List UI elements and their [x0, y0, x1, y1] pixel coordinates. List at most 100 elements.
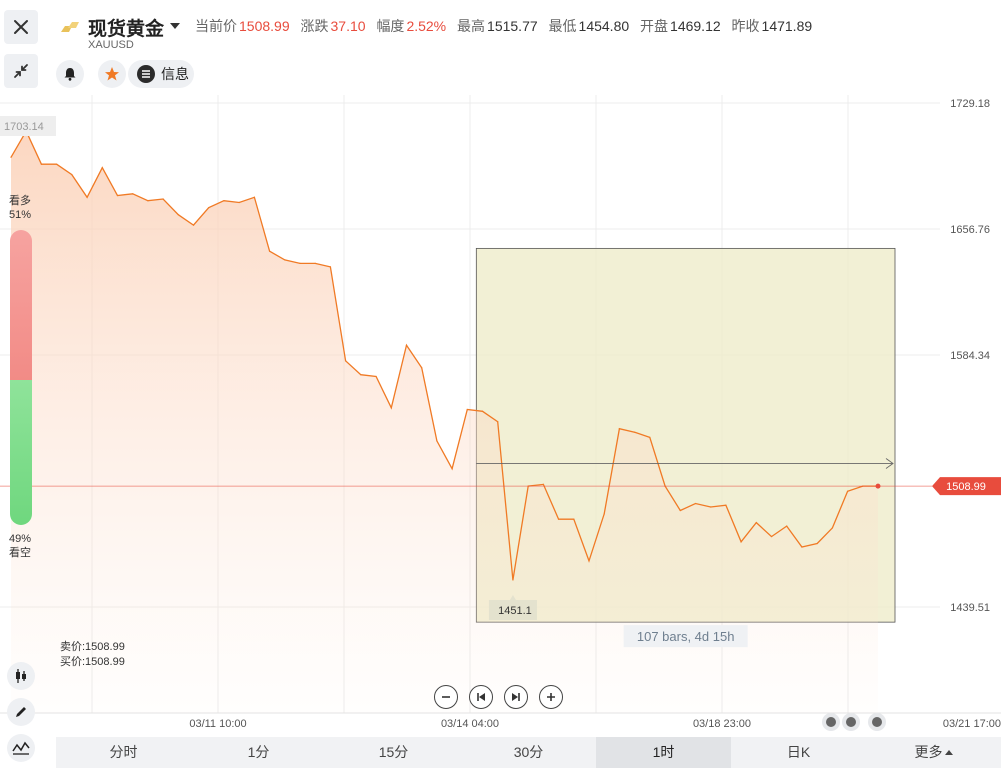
price-point	[816, 542, 818, 545]
range-label-text: 107 bars, 4d 15h	[637, 629, 735, 644]
bull-label: 看多	[9, 195, 31, 207]
price-point	[618, 428, 621, 430]
more-label: 更多	[914, 744, 943, 760]
price-point	[71, 174, 73, 176]
price-point	[223, 200, 225, 202]
price-point	[512, 579, 514, 581]
tab-period-30min[interactable]: 30分	[461, 737, 596, 768]
price-point	[542, 483, 544, 485]
bear-label: 看空	[9, 547, 31, 559]
page-indicator	[822, 713, 888, 731]
y-tick-label: 1656.76	[950, 224, 990, 236]
x-tick-label: 03/18 23:00	[693, 718, 751, 730]
plus-icon	[547, 693, 555, 701]
price-point	[588, 560, 590, 562]
price-point	[375, 375, 377, 378]
tab-period-more[interactable]: 更多	[866, 737, 1001, 768]
visible-high-label: 1703.14	[0, 116, 56, 136]
price-point	[755, 522, 757, 524]
y-tick-label: 1584.34	[950, 350, 990, 362]
bull-fill	[10, 230, 32, 381]
tab-period-1min[interactable]: 1分	[191, 737, 326, 768]
price-point	[390, 407, 392, 409]
range-measure-label: 107 bars, 4d 15h	[623, 625, 748, 648]
page-dot[interactable]	[868, 713, 886, 731]
price-chart[interactable]: 1729.18 1656.76 1584.34 1439.51 03/11 10:00…	[0, 0, 1001, 740]
price-point	[360, 374, 362, 376]
price-point	[557, 518, 560, 520]
price-point	[497, 421, 499, 423]
price-point	[481, 410, 484, 412]
draw-tool-button[interactable]	[7, 698, 35, 726]
x-tick-label: 03/11 10:00	[189, 718, 246, 730]
price-point	[284, 259, 286, 261]
price-point	[740, 541, 742, 543]
pencil-icon	[16, 707, 26, 717]
bull-percent: 51%	[8, 209, 32, 221]
price-point	[846, 490, 849, 492]
price-point	[116, 194, 119, 197]
page-dot[interactable]	[842, 713, 860, 731]
price-point	[253, 196, 255, 198]
period-tabs: 分时 1分 15分 30分 1时 日K 更多	[56, 737, 1001, 768]
y-tick-label: 1439.51	[950, 602, 990, 614]
price-point	[573, 518, 575, 520]
price-point	[405, 344, 408, 346]
candlestick-icon	[16, 669, 26, 683]
price-point	[786, 525, 788, 527]
price-point	[679, 509, 681, 512]
scroll-start-button[interactable]	[469, 685, 493, 709]
chart-type-button[interactable]	[7, 734, 35, 762]
tab-period-1hour[interactable]: 1时	[596, 737, 731, 768]
price-point	[162, 198, 164, 200]
price-point	[436, 440, 438, 442]
page-dot[interactable]	[822, 713, 840, 731]
price-point	[238, 201, 240, 204]
price-point	[314, 262, 316, 264]
visible-high-text: 1703.14	[4, 121, 44, 133]
price-point	[421, 367, 423, 369]
price-point	[299, 262, 301, 264]
indicator-tool-button[interactable]	[7, 662, 35, 690]
scroll-end-button[interactable]	[504, 685, 528, 709]
price-point	[451, 468, 453, 470]
zoom-out-button[interactable]	[434, 685, 458, 709]
price-point	[801, 546, 803, 548]
bear-fill	[10, 380, 32, 525]
price-point	[40, 163, 43, 165]
minus-icon	[442, 696, 450, 698]
price-point	[710, 506, 712, 508]
price-point	[603, 513, 605, 515]
price-point	[649, 436, 651, 438]
x-tick-label: 03/21 17:00	[943, 718, 1001, 730]
tab-period-timeshare[interactable]: 分时	[56, 737, 191, 768]
skip-back-icon	[477, 693, 485, 701]
y-tick-label: 1729.18	[950, 98, 990, 110]
price-point	[56, 163, 58, 165]
zoom-in-button[interactable]	[539, 685, 563, 709]
price-point	[634, 431, 636, 433]
price-point	[192, 224, 195, 226]
current-price-badge: 1508.99	[932, 477, 1001, 496]
x-tick-label: 03/14 04:00	[441, 718, 499, 730]
sell-price: 卖价:1508.99	[60, 641, 125, 653]
price-point	[345, 360, 347, 362]
price-point	[694, 502, 697, 505]
price-point	[725, 504, 727, 506]
tab-period-daily[interactable]: 日K	[731, 737, 866, 768]
price-point	[101, 167, 103, 169]
caret-up-icon	[944, 750, 953, 755]
current-price-badge-text: 1508.99	[946, 481, 986, 493]
skip-forward-icon	[512, 693, 520, 701]
sentiment-bar	[10, 230, 32, 525]
price-point	[177, 214, 179, 216]
price-point	[268, 250, 271, 252]
tab-period-15min[interactable]: 15分	[326, 737, 461, 768]
price-point	[147, 200, 149, 202]
price-point	[10, 156, 12, 158]
price-point	[329, 266, 332, 268]
price-point	[831, 527, 833, 529]
buy-price: 买价:1508.99	[60, 656, 125, 668]
bear-percent: 49%	[8, 533, 32, 545]
y-axis: 1729.18 1656.76 1584.34 1439.51	[950, 98, 990, 614]
